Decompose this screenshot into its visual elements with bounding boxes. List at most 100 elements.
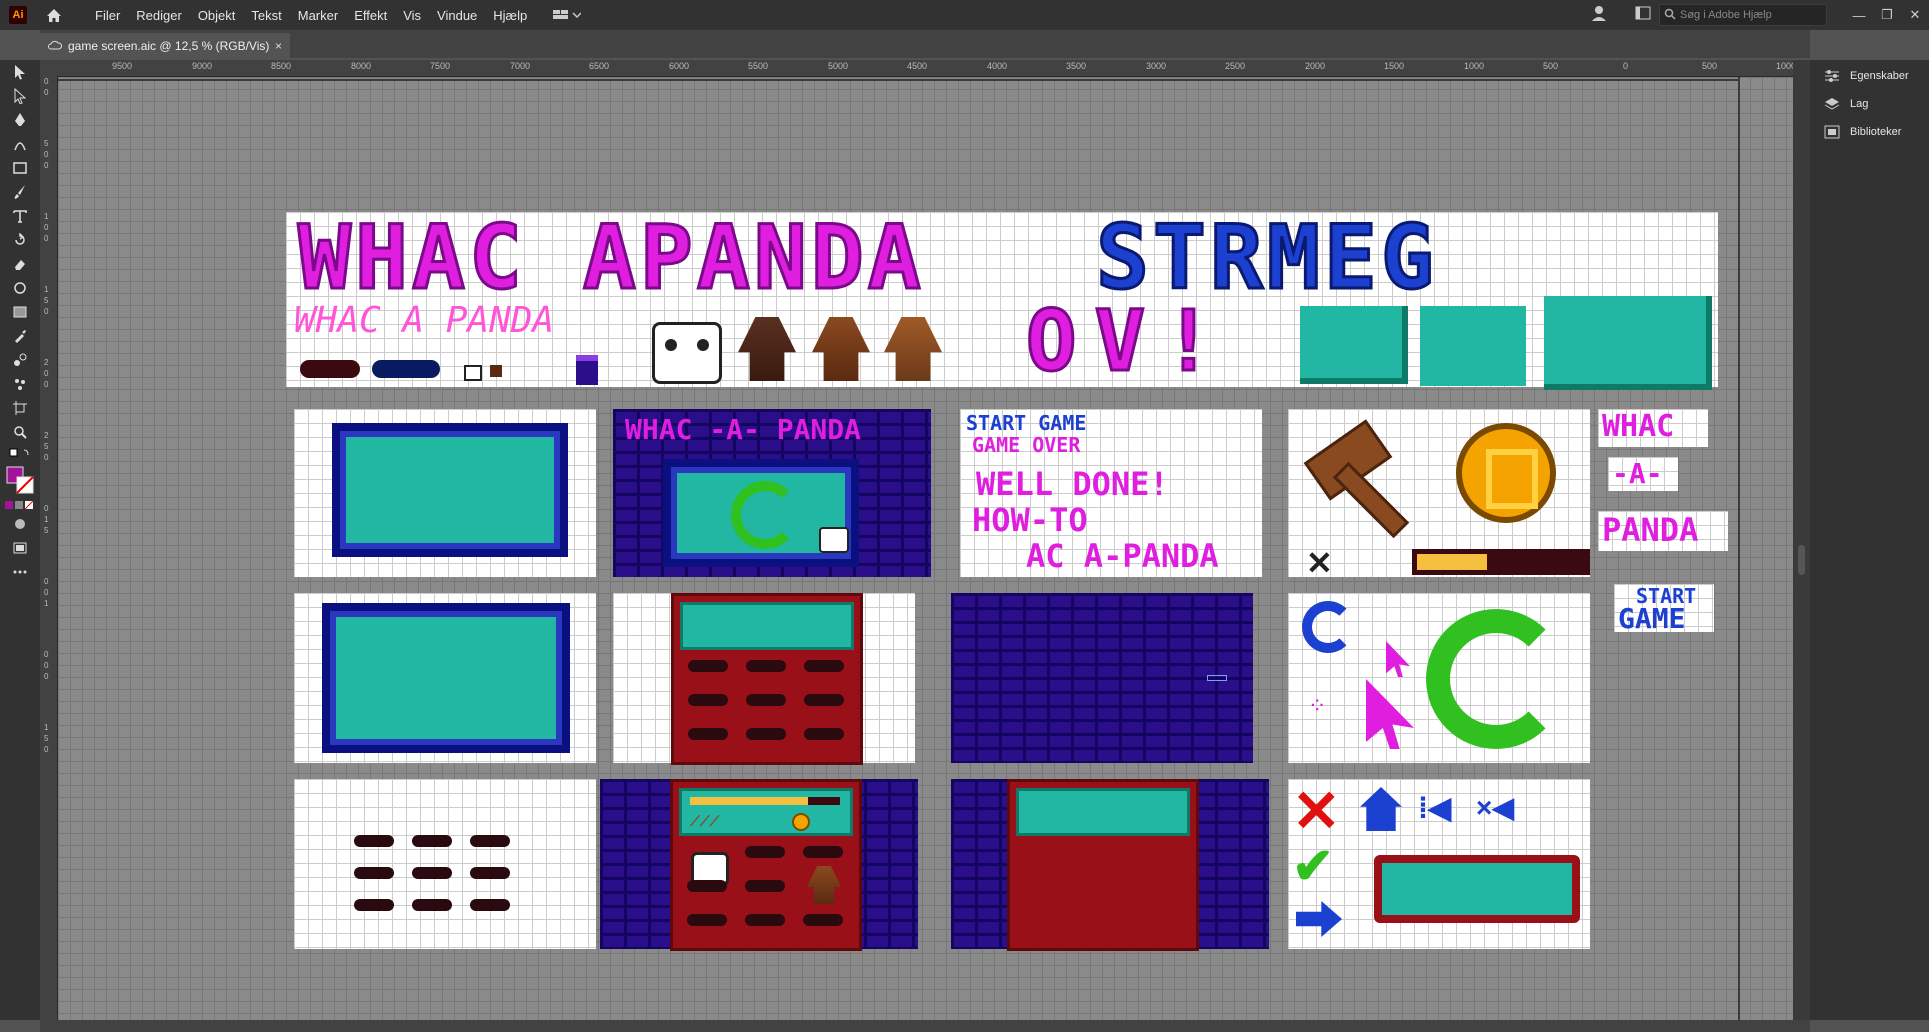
game-hud: ⟋⟋⟋ [679,788,853,836]
close-window-button[interactable]: ✕ [1901,7,1929,23]
ruler-label: 0 [44,453,49,462]
title-artboard[interactable]: WHAC APANDA STRMEG WHAC A PANDA OV! [286,205,1718,392]
close-tab-button[interactable]: × [275,39,282,53]
green-replay-arrow-icon [1426,609,1566,749]
rectangle-tool-icon[interactable] [0,156,40,180]
ruler-label: 5 [44,442,49,451]
eraser-tool-icon[interactable] [0,252,40,276]
menu-edit[interactable]: Rediger [128,8,190,23]
selection-tool-icon[interactable] [0,60,40,84]
direct-selection-tool-icon[interactable] [0,84,40,108]
mole-hole [803,914,843,926]
screen-mode-icon[interactable] [0,536,40,560]
progress-bar-artwork [1412,549,1590,575]
document-tab[interactable]: game screen.aic @ 12,5 % (RGB/Vis) × [40,33,290,58]
gradient-tool-icon[interactable] [0,300,40,324]
draw-mode-icon[interactable] [0,512,40,536]
home-icon[interactable] [45,6,63,24]
panda-sprite [652,322,722,384]
color-mode-icons[interactable] [0,498,40,512]
type-tool-icon[interactable] [0,204,40,228]
menu-window[interactable]: Vindue [429,8,485,23]
title-screen-artboard[interactable]: WHAC -A- PANDA [613,409,931,577]
curvature-tool-icon[interactable] [0,132,40,156]
side-logo-a[interactable]: -A- [1608,457,1678,491]
artboard-tool-icon[interactable] [0,396,40,420]
ruler-label: 5 [44,526,49,535]
red-teal-button-frame [1374,855,1580,923]
hammer-coin-artboard[interactable]: ✕ [1288,409,1590,579]
warp-tool-icon[interactable] [0,276,40,300]
mole-hole [412,899,452,911]
fill-stroke-swatch-icon[interactable] [0,462,40,498]
menu-view[interactable]: Vis [395,8,429,23]
blend-tool-icon[interactable] [0,348,40,372]
ruler-label: 8000 [351,61,372,71]
rotate-tool-icon[interactable] [0,228,40,252]
side-logo-panda[interactable]: PANDA [1598,511,1728,551]
well-done-text: WELL DONE! [976,465,1169,503]
ruler-label: 3500 [1066,61,1087,71]
ruler-label: 6500 [589,61,610,71]
brick-wall-artboard[interactable] [951,593,1253,763]
mole-hole [354,835,394,847]
arrows-artboard[interactable]: ⁘ [1288,593,1590,763]
ruler-origin[interactable] [40,60,58,76]
empty-cabinet-artboard[interactable] [951,779,1269,951]
empty-cabinet [1007,779,1199,951]
ruler-label: 1 [44,515,49,524]
cabinet-artboard[interactable] [613,593,915,765]
menu-object[interactable]: Objekt [190,8,244,23]
arrange-documents-icon[interactable] [1635,6,1651,25]
menu-help[interactable]: Hjælp [485,8,535,23]
menu-select[interactable]: Marker [290,8,346,23]
teal-tile-1 [1300,306,1408,384]
paintbrush-tool-icon[interactable] [0,180,40,204]
user-icon[interactable] [1591,5,1607,26]
side-logo-whac[interactable]: WHAC [1598,409,1708,447]
horizontal-ruler[interactable]: 9500 9000 8500 8000 7500 7000 6500 6000 … [58,60,1793,77]
panel-libraries-label: Biblioteker [1850,126,1902,138]
game-screen-artboard[interactable]: ⟋⟋⟋ [600,779,918,951]
blue-refresh-icon [1302,601,1354,653]
scrollbar-thumb[interactable] [1798,545,1805,575]
teal-frame-artboard[interactable] [294,409,596,577]
side-logo-line-2: -A- [1612,457,1663,490]
panel-libraries[interactable]: Biblioteker [1810,118,1929,146]
ruler-label: 0 [44,88,49,97]
ruler-label: 0 [44,150,49,159]
panel-layers[interactable]: Lag [1810,90,1929,118]
more-tools-icon[interactable] [0,560,40,584]
start-button-artboard[interactable]: START GAME [1614,584,1714,635]
canvas[interactable]: WHAC APANDA STRMEG WHAC A PANDA OV! WHAC… [58,77,1793,1020]
vertical-ruler-labels: 0 0 5 0 0 1 0 0 1 5 0 2 0 0 2 5 0 0 1 5 … [44,76,48,755]
vertical-ruler[interactable]: 0 0 5 0 0 1 0 0 1 5 0 2 0 0 2 5 0 0 1 5 … [40,76,58,1020]
symbol-sprayer-tool-icon[interactable] [0,372,40,396]
minimize-button[interactable]: — [1845,8,1873,23]
vertical-scrollbar[interactable] [1793,60,1810,1020]
mole-hole [745,880,785,892]
artboard-edge [1738,77,1740,1020]
menu-type[interactable]: Tekst [243,8,289,23]
ruler-label: 1 [44,599,49,608]
ui-icons-artboard[interactable]: ✕ ⁞◀ ×◀ ✔ [1288,779,1590,949]
eyedropper-tool-icon[interactable] [0,324,40,348]
help-search-input[interactable]: Søg i Adobe Hjælp [1659,4,1827,26]
menu-file[interactable]: Filer [87,8,128,23]
swap-fill-stroke-icon[interactable] [0,444,40,462]
ruler-label: 0 [44,380,49,389]
side-logo-line-3: PANDA [1602,511,1699,549]
pen-tool-icon[interactable] [0,108,40,132]
panel-properties[interactable]: Egenskaber [1810,62,1929,90]
teal-frame-2-artboard[interactable] [294,593,596,763]
mole-hole [354,867,394,879]
green-check-icon: ✔ [1292,838,1334,894]
maximize-button[interactable]: ❐ [1873,7,1901,23]
menu-effect[interactable]: Effekt [346,8,395,23]
mole-hole [470,867,510,879]
menu-text-artboard[interactable]: START GAME GAME OVER WELL DONE! HOW-TO A… [960,409,1262,577]
ruler-label: 4000 [987,61,1008,71]
zoom-tool-icon[interactable] [0,420,40,444]
workspace-switcher-icon[interactable] [553,9,583,21]
holes-artboard[interactable] [294,779,596,949]
